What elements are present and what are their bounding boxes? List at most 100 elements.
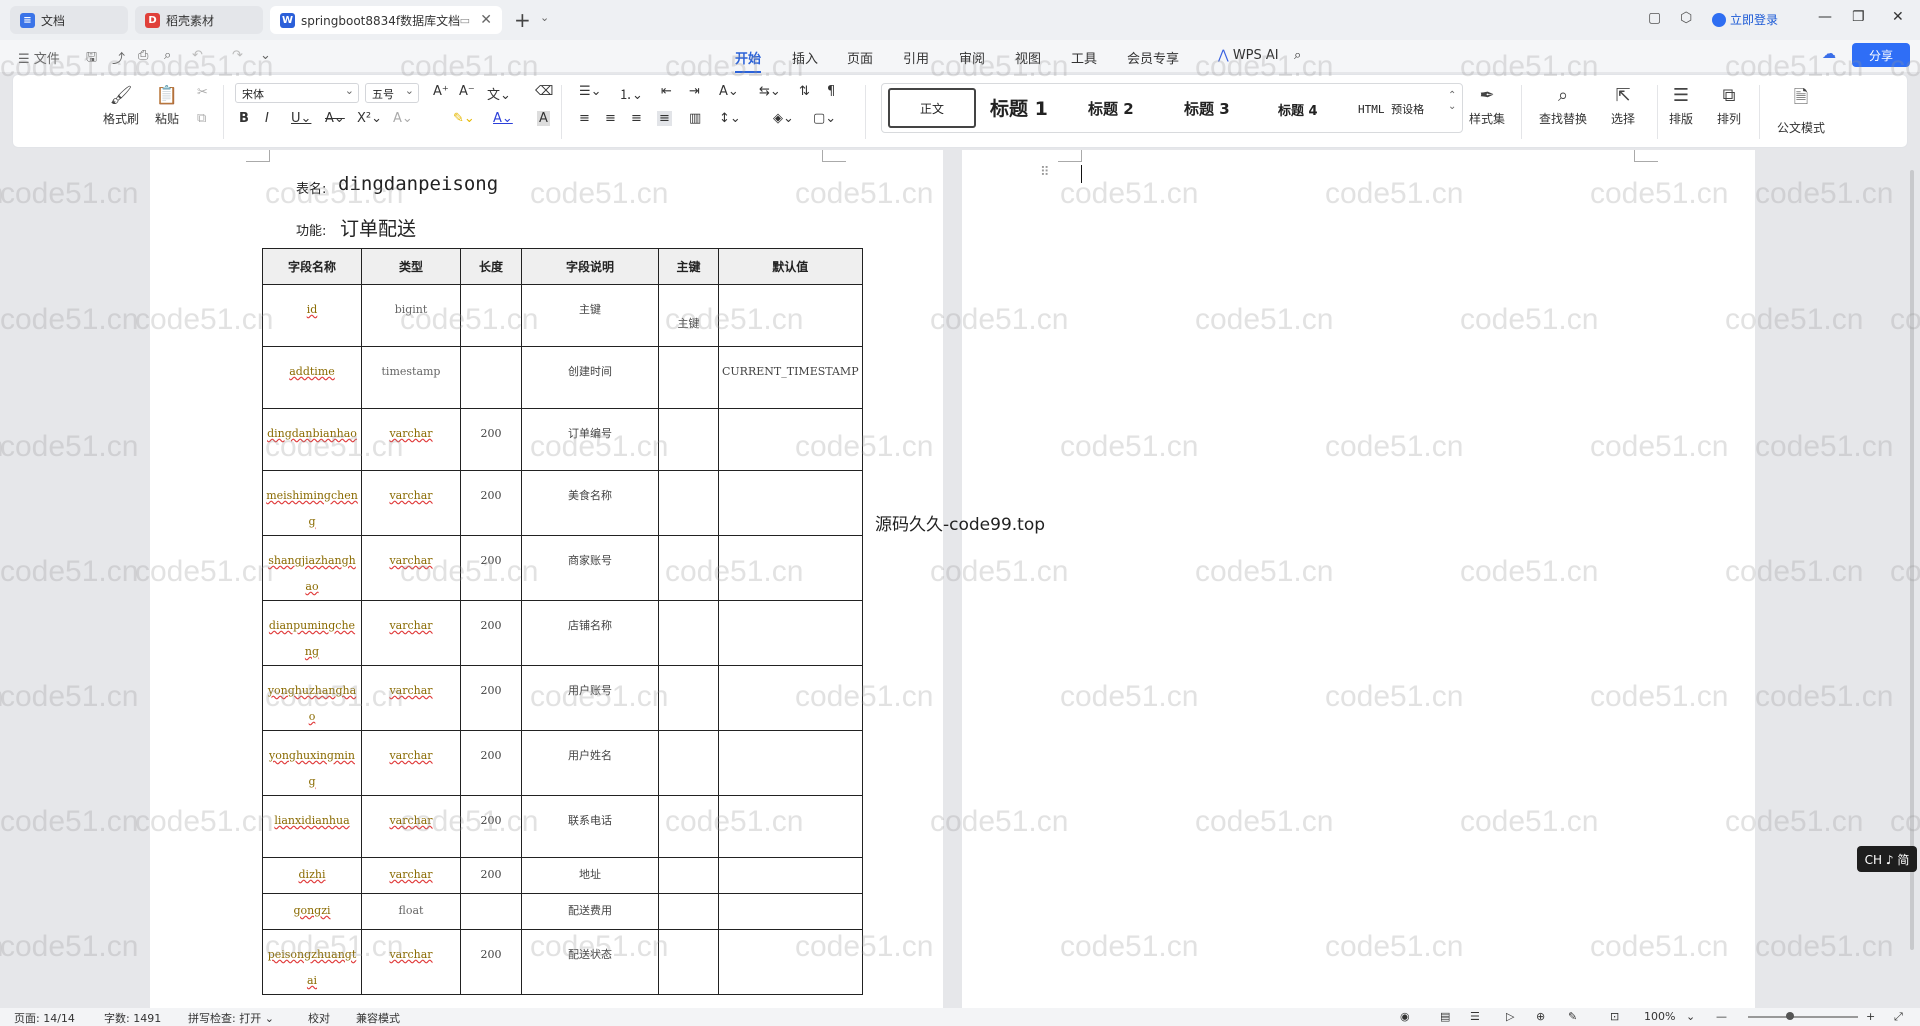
login-button[interactable]: 立即登录 bbox=[1712, 11, 1778, 28]
line-spacing-icon[interactable]: ↕⌄ bbox=[719, 111, 741, 126]
cell-default[interactable] bbox=[718, 929, 863, 995]
table-row[interactable]: lianxidianhua varchar 200 联系电话 bbox=[262, 795, 863, 858]
cell-default[interactable] bbox=[718, 857, 863, 894]
cell-desc[interactable]: 用户姓名 bbox=[521, 730, 659, 796]
ime-indicator[interactable]: CH ♪ 简 bbox=[1857, 846, 1917, 872]
tab-document[interactable]: W springboot8834f数据库文档 ▭ ✕ bbox=[270, 6, 502, 34]
cell-type[interactable]: varchar bbox=[361, 665, 461, 731]
file-menu[interactable]: ☰ 文件 bbox=[18, 48, 60, 67]
monitor-icon[interactable]: ▭ bbox=[460, 14, 470, 27]
cell-desc[interactable]: 配送状态 bbox=[521, 929, 659, 995]
show-marks-icon[interactable]: ¶ bbox=[827, 84, 835, 99]
cell-field[interactable]: dianpumingcheng bbox=[262, 600, 362, 666]
style-normal[interactable]: 正文 bbox=[888, 88, 976, 128]
outline-view-icon[interactable]: ☰ bbox=[1470, 1010, 1480, 1023]
cell-type[interactable]: varchar bbox=[361, 730, 461, 796]
fit-icon[interactable]: ⊡ bbox=[1610, 1010, 1619, 1023]
cell-default[interactable]: CURRENT_TIMESTAMP bbox=[718, 346, 863, 409]
cell-field[interactable]: id bbox=[262, 284, 362, 347]
scrollbar-thumb[interactable] bbox=[1910, 170, 1914, 950]
zoom-minus-icon[interactable]: — bbox=[1716, 1010, 1727, 1023]
cell-pk[interactable] bbox=[658, 795, 719, 858]
drag-handle-icon[interactable]: ⠿ bbox=[1040, 165, 1050, 180]
web-view-icon[interactable]: ⊕ bbox=[1536, 1010, 1545, 1023]
official-mode-button[interactable]: 🗎 公文模式 bbox=[1769, 85, 1833, 136]
table-row[interactable]: dizhi varchar 200 地址 bbox=[262, 857, 863, 894]
proofread-button[interactable]: 校对 bbox=[308, 1010, 330, 1026]
font-size-select[interactable]: 五号 bbox=[365, 83, 419, 103]
cell-desc[interactable]: 创建时间 bbox=[521, 346, 659, 409]
layout-button[interactable]: ☰ 排版 bbox=[1661, 85, 1701, 127]
cell-length[interactable] bbox=[460, 346, 522, 409]
schema-table[interactable]: 字段名称 类型 长度 字段说明 主键 默认值 id bigint 主键 主键 addti… bbox=[262, 248, 863, 995]
cell-desc[interactable]: 美食名称 bbox=[521, 470, 659, 536]
cell-length[interactable] bbox=[460, 284, 522, 347]
numbered-list-icon[interactable]: ⒈⌄ bbox=[619, 84, 643, 103]
style-html-preformatted[interactable]: HTML 预设格 bbox=[1358, 101, 1424, 117]
menu-reference[interactable]: 引用 bbox=[903, 48, 929, 67]
cell-type[interactable]: varchar bbox=[361, 929, 461, 995]
style-heading-2[interactable]: 标题 2 bbox=[1088, 98, 1134, 119]
cell-pk[interactable]: 主键 bbox=[658, 284, 719, 347]
cell-field[interactable]: yonghuzhanghao bbox=[262, 665, 362, 731]
cell-length[interactable]: 200 bbox=[460, 795, 522, 858]
cell-pk[interactable] bbox=[658, 346, 719, 409]
cell-type[interactable]: varchar bbox=[361, 470, 461, 536]
text-effect-icon[interactable]: A⌄ bbox=[393, 111, 413, 126]
share-button[interactable]: 分享 bbox=[1852, 43, 1910, 67]
cell-field[interactable]: yonghuxingming bbox=[262, 730, 362, 796]
page-indicator[interactable]: 页面: 14/14 bbox=[14, 1010, 75, 1026]
style-set-button[interactable]: ✒ 样式集 bbox=[1459, 85, 1515, 127]
cell-pk[interactable] bbox=[658, 665, 719, 731]
menu-insert[interactable]: 插入 bbox=[792, 48, 818, 67]
cell-length[interactable]: 200 bbox=[460, 929, 522, 995]
copy-icon[interactable]: ⧉ bbox=[197, 111, 206, 126]
cell-type[interactable]: timestamp bbox=[361, 346, 461, 409]
cell-length[interactable]: 200 bbox=[460, 408, 522, 471]
underline-icon[interactable]: U⌄ bbox=[291, 111, 311, 126]
cube-icon[interactable]: ⬡ bbox=[1680, 10, 1692, 26]
cell-type[interactable]: varchar bbox=[361, 795, 461, 858]
cell-pk[interactable] bbox=[658, 857, 719, 894]
redo-icon[interactable]: ↷ bbox=[232, 48, 243, 63]
menu-home[interactable]: 开始 bbox=[735, 48, 762, 73]
decrease-indent-icon[interactable]: ⇤ bbox=[661, 84, 672, 99]
menu-view[interactable]: 视图 bbox=[1015, 48, 1041, 67]
cut-icon[interactable]: ✂ bbox=[197, 85, 208, 100]
superscript-icon[interactable]: X²⌄ bbox=[357, 111, 382, 126]
cell-desc[interactable]: 商家账号 bbox=[521, 535, 659, 601]
vertical-scrollbar[interactable] bbox=[1906, 150, 1920, 1008]
sort-icon[interactable]: ⇅ bbox=[799, 84, 810, 99]
cell-field[interactable]: meishimingcheng bbox=[262, 470, 362, 536]
cell-default[interactable] bbox=[718, 795, 863, 858]
cell-length[interactable]: 200 bbox=[460, 535, 522, 601]
cell-field[interactable]: shangjiazhanghao bbox=[262, 535, 362, 601]
cell-length[interactable]: 200 bbox=[460, 857, 522, 894]
distribute-icon[interactable]: ▥ bbox=[689, 111, 701, 126]
word-count[interactable]: 字数: 1491 bbox=[104, 1010, 161, 1026]
cell-length[interactable]: 200 bbox=[460, 730, 522, 796]
cell-type[interactable]: varchar bbox=[361, 857, 461, 894]
zoom-plus-icon[interactable]: + bbox=[1866, 1010, 1875, 1023]
print-icon[interactable]: ⎙ bbox=[138, 48, 148, 63]
more-icon[interactable]: ⌄ bbox=[260, 48, 271, 63]
cell-type[interactable]: varchar bbox=[361, 408, 461, 471]
play-icon[interactable]: ▷ bbox=[1506, 1010, 1514, 1023]
table-row[interactable]: dianpumingcheng varchar 200 店铺名称 bbox=[262, 600, 863, 666]
cell-field[interactable]: addtime bbox=[262, 346, 362, 409]
highlight-icon[interactable]: ✎⌄ bbox=[453, 111, 475, 126]
grow-font-icon[interactable]: A⁺ bbox=[433, 84, 449, 99]
cell-field[interactable]: lianxidianhua bbox=[262, 795, 362, 858]
search-icon[interactable]: ⌕ bbox=[1294, 48, 1301, 63]
cell-desc[interactable]: 地址 bbox=[521, 857, 659, 894]
menu-review[interactable]: 审阅 bbox=[959, 48, 985, 67]
zoom-slider-knob[interactable] bbox=[1786, 1012, 1794, 1020]
font-name-select[interactable]: 宋体 bbox=[235, 83, 359, 103]
cell-field[interactable]: dizhi bbox=[262, 857, 362, 894]
style-heading-1[interactable]: 标题 1 bbox=[990, 94, 1048, 121]
char-shading-icon[interactable]: A bbox=[537, 111, 550, 126]
menu-member[interactable]: 会员专享 bbox=[1127, 48, 1179, 67]
zoom-slider[interactable] bbox=[1748, 1012, 1858, 1020]
save-icon[interactable]: 🖫 bbox=[86, 48, 97, 70]
cell-desc[interactable]: 配送费用 bbox=[521, 893, 659, 930]
